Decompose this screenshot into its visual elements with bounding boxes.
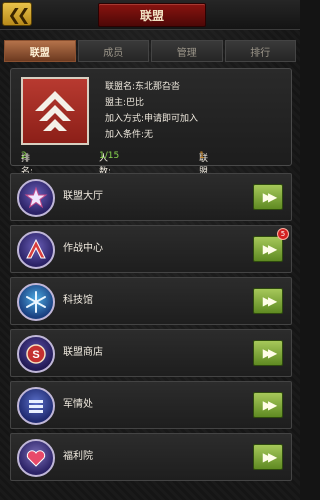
svg-text:S: S	[32, 349, 39, 361]
alliance-stats: 排名:2 人数:1/15 联盟等级:1	[21, 151, 211, 203]
snowflake-tech-icon	[17, 283, 55, 321]
s-coin-shop-icon: S	[17, 335, 55, 373]
star-hall-icon	[17, 179, 55, 217]
heart-welfare-icon	[17, 439, 55, 477]
fast-forward-icon: ▶▶	[262, 450, 278, 464]
menu-item-label: 军情处	[63, 399, 93, 410]
menu-item-label: 联盟大厅	[63, 191, 103, 202]
join-condition-line: 加入条件:无	[105, 130, 154, 140]
menu-item-label: 联盟商店	[63, 347, 103, 358]
alliance-leader: 巴比	[126, 98, 145, 108]
fast-forward-icon: ▶▶	[262, 398, 278, 412]
menu-item-welfare-house[interactable]: 福利院 ▶▶	[10, 433, 292, 481]
join-condition: 无	[144, 130, 154, 140]
menu-item-alliance-hall[interactable]: 联盟大厅 ▶▶	[10, 173, 292, 221]
members-value: 1/15	[99, 151, 120, 161]
menu-item-combat-center[interactable]: 作战中心 ▶▶ 5	[10, 225, 292, 273]
menu-item-tech-hall[interactable]: 科技馆 ▶▶	[10, 277, 292, 325]
go-button[interactable]: ▶▶	[253, 444, 283, 470]
fast-forward-icon: ▶▶	[262, 242, 278, 256]
notification-badge: 5	[277, 228, 289, 240]
a-emblem-combat-icon	[17, 231, 55, 269]
go-button[interactable]: ▶▶	[253, 236, 283, 262]
join-method-line: 加入方式:申请即可加入	[105, 114, 199, 124]
alliance-name-line: 联盟名:东北那旮沓	[105, 82, 181, 92]
page-title: 联盟	[98, 3, 206, 27]
tab-alliance[interactable]: 联盟	[4, 40, 76, 62]
go-button[interactable]: ▶▶	[253, 184, 283, 210]
alliance-name: 东北那旮沓	[135, 82, 181, 92]
back-button[interactable]: ❮❮	[2, 2, 32, 26]
menu-item-label: 科技馆	[63, 295, 93, 306]
go-button[interactable]: ▶▶	[253, 288, 283, 314]
alliance-details: 联盟名:东北那旮沓 盟主:巴比 加入方式:申请即可加入 加入条件:无	[105, 79, 290, 143]
top-bar: ❮❮ 联盟	[0, 0, 300, 30]
chevron-emblem-icon	[21, 77, 89, 145]
rank-value: 2	[21, 151, 27, 161]
intel-icon	[17, 387, 55, 425]
menu-item-label: 作战中心	[63, 243, 103, 254]
tab-members[interactable]: 成员	[77, 40, 149, 62]
fast-forward-icon: ▶▶	[262, 190, 278, 204]
tab-manage[interactable]: 管理	[151, 40, 223, 62]
fast-forward-icon: ▶▶	[262, 294, 278, 308]
menu-item-intel-office[interactable]: 军情处 ▶▶	[10, 381, 292, 429]
tab-ranking[interactable]: 排行	[224, 40, 296, 62]
fast-forward-icon: ▶▶	[262, 346, 278, 360]
menu-item-alliance-shop[interactable]: S 联盟商店 ▶▶	[10, 329, 292, 377]
alliance-info-panel: 联盟名:东北那旮沓 盟主:巴比 加入方式:申请即可加入 加入条件:无 排名: 2 …	[10, 68, 292, 203]
double-chevron-left-icon: ❮❮	[7, 4, 31, 24]
level-value: 1	[199, 151, 205, 161]
alliance-leader-line: 盟主:巴比	[105, 98, 145, 108]
tab-bar: 联盟 成员 管理 排行	[4, 40, 296, 62]
go-button[interactable]: ▶▶	[253, 340, 283, 366]
menu-item-label: 福利院	[63, 451, 93, 462]
go-button[interactable]: ▶▶	[253, 392, 283, 418]
join-method: 申请即可加入	[144, 114, 199, 124]
